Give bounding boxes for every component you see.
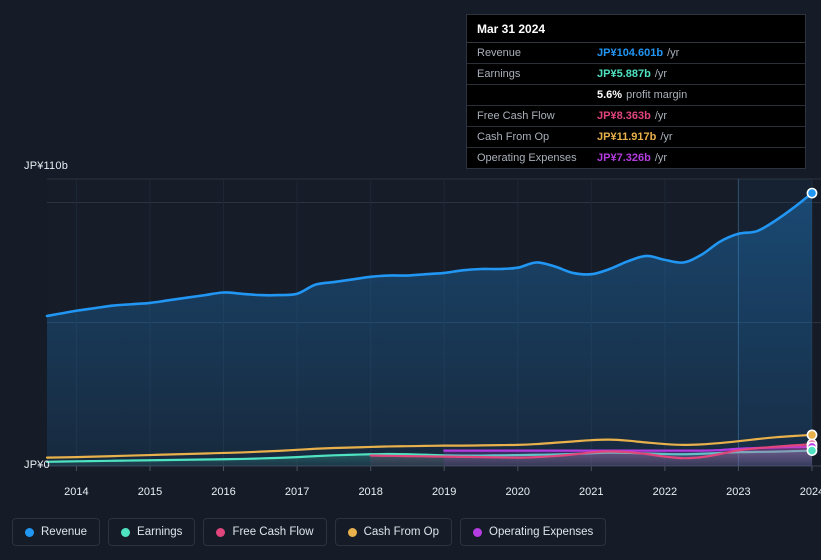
x-axis-tick-2024: 2024 [799,486,821,498]
x-axis-tick-2017: 2017 [284,486,310,498]
legend-item-label: Earnings [137,526,183,538]
dot-icon [25,527,34,537]
legend-item-operating-expenses[interactable]: Operating Expenses [460,518,607,546]
legend-item-earnings[interactable]: Earnings [108,518,196,546]
tooltip-row-value: JP¥11.917b [597,131,657,143]
y-axis-top-label: JP¥110b [24,160,69,172]
tooltip-row: Revenue JP¥104.601b/yr [467,43,805,64]
dot-icon [216,527,226,537]
legend-item-label: Operating Expenses [489,526,594,538]
tooltip-rows: Revenue JP¥104.601b/yr Earnings JP¥5.887b/y… [467,43,805,168]
tooltip-row: Free Cash Flow JP¥8.363b/yr [467,106,805,127]
legend-item-free-cash-flow[interactable]: Free Cash Flow [203,518,327,546]
dot-icon [121,527,131,537]
legend-item-label: Free Cash Flow [232,526,314,538]
x-axis-tick-2021: 2021 [579,486,604,498]
tooltip-row-unit: /yr [667,47,680,59]
dot-icon [473,527,483,537]
tooltip-row-label: Cash From Op [477,131,550,143]
x-axis-tick-2014: 2014 [64,486,89,498]
tooltip-row-value: JP¥5.887b [597,68,651,80]
legend-item-revenue[interactable]: Revenue [12,518,101,546]
data-tooltip: Mar 31 2024 Revenue JP¥104.601b/yr Earning… [466,14,806,169]
tooltip-row-unit: /yr [654,68,668,80]
x-axis-tick-2019: 2019 [431,486,457,498]
legend-item-label: Cash From Op [363,526,440,538]
tooltip-row-label: Free Cash Flow [477,110,555,122]
tooltip-row-unit: /yr [654,110,668,122]
tooltip-row-label: Earnings [477,68,521,80]
x-axis-tick-2023: 2023 [726,486,751,498]
tooltip-row: Cash From Op JP¥11.917b/yr [467,127,805,148]
tooltip-row-unit: profit margin [626,89,688,101]
y-axis-zero-label: JP¥0 [24,459,50,471]
x-axis-tick-2015: 2015 [137,486,163,498]
tooltip-row-unit: /yr [660,131,673,143]
dot-icon [347,527,357,537]
chart-legend[interactable]: Revenue Earnings Free Cash Flow Cash From O… [12,518,607,546]
tooltip-row-label: Operating Expenses [477,152,577,164]
tooltip-row-value: JP¥7.326b [597,152,651,164]
tooltip-date: Mar 31 2024 [467,15,805,43]
tooltip-row-value: JP¥104.601b [597,47,664,59]
x-axis-tick-2020: 2020 [505,486,531,498]
tooltip-row-value: JP¥8.363b [597,110,651,122]
financial-chart-page: JP¥110b JP¥0 2014 2015 2016 2017 2018 2019 202… [0,0,821,560]
tooltip-row: Operating Expenses JP¥7.326b/yr [467,148,805,168]
legend-item-label: Revenue [41,526,88,538]
tooltip-row-label: Revenue [477,47,522,59]
tooltip-row: 5.6% profit margin [467,85,805,106]
legend-item-cash-from-op[interactable]: Cash From Op [334,518,453,546]
x-axis-tick-2016: 2016 [211,486,236,498]
x-axis-tick-2018: 2018 [358,486,383,498]
x-axis-tick-2022: 2022 [652,486,678,498]
tooltip-row-unit: /yr [654,152,668,164]
tooltip-row: Earnings JP¥5.887b/yr [467,64,805,85]
tooltip-row-value: 5.6% [597,89,623,101]
